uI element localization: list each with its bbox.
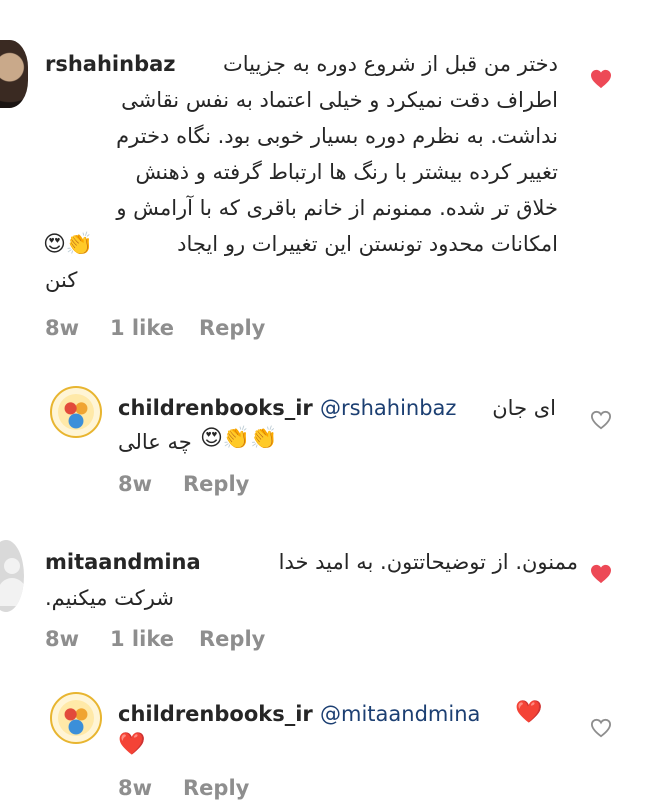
comment-time: 8w: [45, 316, 80, 340]
reply-button[interactable]: Reply: [183, 776, 249, 800]
mention-link[interactable]: @rshahinbaz: [320, 396, 456, 420]
avatar-mitaandmina[interactable]: [0, 540, 24, 612]
comment-text-line: دختر من قبل از شروع دوره به جزییات: [223, 52, 558, 76]
emoji-group: 😍👏👏: [200, 426, 278, 451]
comment-text-line: کنن: [45, 268, 78, 292]
reply-button[interactable]: Reply: [183, 472, 249, 496]
reply-button[interactable]: Reply: [199, 627, 265, 651]
like-count[interactable]: 1 like: [110, 627, 174, 651]
filled-heart-icon[interactable]: [590, 69, 612, 89]
comment-text-line: شرکت میکنیم.: [45, 586, 174, 610]
comment-username[interactable]: mitaandmina: [45, 550, 201, 574]
avatar-childrenbooks-ir[interactable]: [50, 692, 102, 744]
reply-button[interactable]: Reply: [199, 316, 265, 340]
comment-text-line: خلاق تر شده. ممنونم از خانم باقری که با …: [116, 196, 558, 220]
comment-text-line: امکانات محدود تونستن این تغییرات رو ایجا…: [177, 232, 558, 256]
comment-username[interactable]: childrenbooks_ir: [118, 396, 313, 420]
emoji-group: 😍👏: [43, 232, 94, 257]
comment-time: 8w: [118, 472, 153, 496]
mention-link[interactable]: @mitaandmina: [320, 702, 480, 726]
outline-heart-icon[interactable]: [590, 718, 612, 738]
comment-username[interactable]: childrenbooks_ir: [118, 702, 313, 726]
outline-heart-icon[interactable]: [590, 410, 612, 430]
comment-text-line: تغییر کرده بیشتر با رنگ ها ارتباط گرفته …: [135, 160, 558, 184]
comment-time: 8w: [45, 627, 80, 651]
comment-text-line: اطراف دقت نمیکرد و خیلی اعتماد به نفس نق…: [121, 88, 558, 112]
avatar-childrenbooks-ir[interactable]: [50, 386, 102, 438]
red-heart-emoji: ❤️: [118, 732, 146, 757]
comment-text-line: ممنون. از توضیحاتتون. به امید خدا: [278, 550, 578, 574]
filled-heart-icon[interactable]: [590, 564, 612, 584]
comment-text-line: چه عالی: [118, 430, 192, 454]
like-count[interactable]: 1 like: [110, 316, 174, 340]
comment-text-line: ای جان: [492, 396, 556, 420]
comment-username[interactable]: rshahinbaz: [45, 52, 176, 76]
comment-text-line: نداشت. به نظرم دوره بسیار خوبی بود. نگاه…: [116, 124, 558, 148]
red-heart-emoji: ❤️: [515, 700, 543, 725]
comment-time: 8w: [118, 776, 153, 800]
avatar-rshahinbaz[interactable]: [0, 40, 28, 108]
